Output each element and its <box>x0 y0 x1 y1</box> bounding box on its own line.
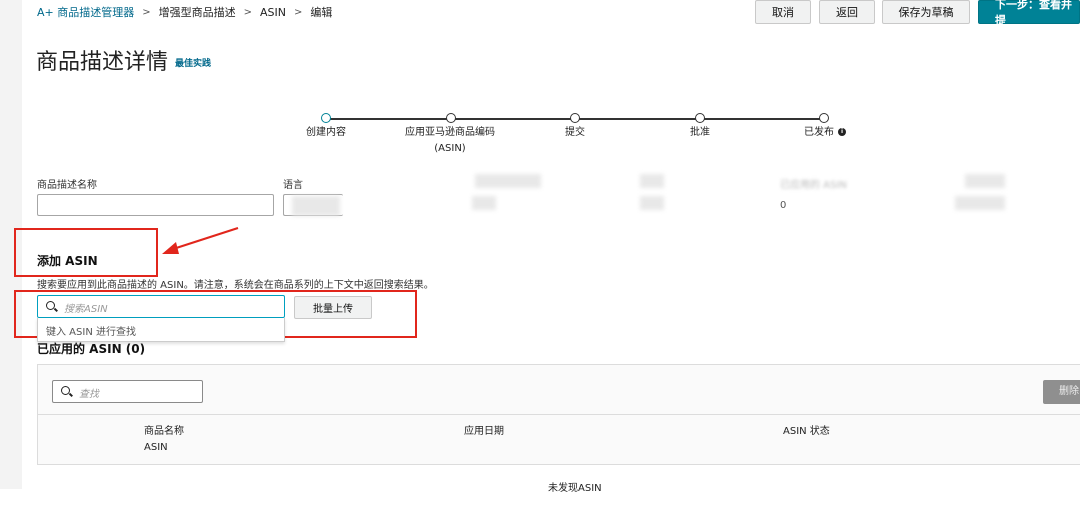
search-icon <box>46 301 55 310</box>
breadcrumb-item-enhanced: 增强型商品描述 <box>158 6 236 19</box>
chevron-right-icon: > <box>294 6 303 18</box>
column-header-name[interactable]: 商品名称 ASIN <box>144 424 184 456</box>
applied-search-input[interactable]: 查找 <box>52 380 203 403</box>
redacted-area <box>640 196 664 210</box>
column-header-date[interactable]: 应用日期 <box>464 424 504 440</box>
step-dot-apply <box>446 113 456 123</box>
redacted-area <box>965 174 1005 188</box>
save-draft-button[interactable]: 保存为草稿 <box>882 0 970 24</box>
step-label-published: 已发布 <box>804 127 834 138</box>
step-label-submit: 提交 <box>565 127 585 138</box>
step-dot-create <box>321 113 331 123</box>
redacted-area <box>955 196 1005 210</box>
step-dot-approve <box>695 113 705 123</box>
language-label: 语言 <box>283 180 303 191</box>
back-button[interactable]: 返回 <box>819 0 875 24</box>
annotation-arrow-icon <box>162 226 239 254</box>
step-label-approve: 批准 <box>690 127 710 138</box>
empty-state-text: 未发现ASIN <box>548 483 602 494</box>
asin-suggestion-hint: 键入 ASIN 进行查找 <box>46 327 136 338</box>
page-title: 商品描述详情 <box>36 50 169 75</box>
add-asin-help: 搜索要应用到此商品描述的 ASIN。请注意，系统会在商品系列的上下文中返回搜索结… <box>37 280 434 291</box>
step-label-create: 创建内容 <box>306 127 346 138</box>
step-label-published-wrap: 已发布 i <box>790 125 860 141</box>
cancel-button[interactable]: 取消 <box>755 0 811 24</box>
description-name-input[interactable] <box>37 194 274 216</box>
next-button[interactable]: 下一步：查看并提 <box>978 0 1080 27</box>
applied-search-placeholder: 查找 <box>79 389 99 400</box>
breadcrumb-link-manager[interactable]: A+ 商品描述管理器 <box>37 4 134 20</box>
best-practice-link[interactable]: 最佳实践 <box>175 56 211 69</box>
applied-asin-label: 已应用的 ASIN <box>780 180 847 191</box>
breadcrumb-item-asin: ASIN <box>260 5 287 19</box>
description-name-label: 商品描述名称 <box>37 180 97 191</box>
redacted-area <box>640 174 664 188</box>
column-header-status[interactable]: ASIN 状态 <box>783 424 830 440</box>
asin-suggestion-dropdown: 键入 ASIN 进行查找 <box>37 318 285 342</box>
applied-asin-count: 0 <box>780 200 787 211</box>
bulk-upload-button[interactable]: 批量上传 <box>294 296 372 319</box>
redacted-area <box>472 196 496 210</box>
applied-asin-heading: 已应用的 ASIN (0) <box>37 342 146 356</box>
redacted-area <box>292 196 340 216</box>
redacted-area <box>475 174 541 188</box>
breadcrumb: A+ 商品描述管理器 > 增强型商品描述 > ASIN > 编辑 <box>37 4 332 20</box>
remove-button[interactable]: 删除 <box>1043 380 1080 404</box>
chevron-right-icon: > <box>243 6 253 18</box>
asin-search-input[interactable]: 搜索ASIN <box>37 295 285 318</box>
step-label-apply-sub: (ASIN) <box>434 143 466 154</box>
add-asin-heading: 添加 ASIN <box>37 254 98 268</box>
info-icon[interactable]: i <box>838 128 846 136</box>
step-label-apply: 应用亚马逊商品编码 (ASIN) <box>390 125 510 157</box>
column-header-name-label: 商品名称 <box>144 426 184 437</box>
breadcrumb-item-edit: 编辑 <box>310 6 333 19</box>
step-dot-published <box>819 113 829 123</box>
table-divider <box>37 414 1080 415</box>
chevron-right-icon: > <box>142 6 151 18</box>
column-header-asin-label: ASIN <box>144 442 168 453</box>
asin-search-placeholder: 搜索ASIN <box>64 304 108 315</box>
step-dot-submit <box>570 113 580 123</box>
step-label-apply-text: 应用亚马逊商品编码 <box>405 127 495 138</box>
search-icon <box>61 386 70 395</box>
table-body: 未发现ASIN <box>37 464 1080 505</box>
